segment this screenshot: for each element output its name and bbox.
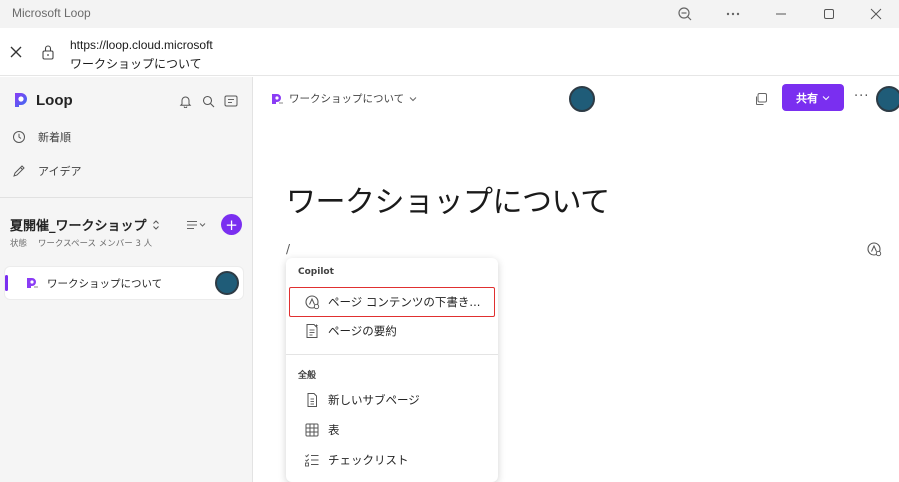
address-bar: https://loop.cloud.microsoft ワークショップについて xyxy=(0,28,899,76)
app-name: Loop xyxy=(36,91,73,109)
menu-item-summarize[interactable]: ページの要約 xyxy=(290,317,494,345)
nav-recent[interactable]: 新着順 xyxy=(12,129,71,145)
loop-logo-icon xyxy=(15,93,27,107)
checklist-icon xyxy=(305,454,319,467)
copilot-section-label: Copilot xyxy=(298,267,334,277)
sort-updown-icon xyxy=(152,219,159,230)
title-bar: Microsoft Loop xyxy=(0,0,899,28)
selected-indicator xyxy=(5,275,8,291)
clock-icon xyxy=(13,131,25,143)
avatar[interactable] xyxy=(215,271,239,295)
zoom-icon[interactable] xyxy=(662,0,708,28)
panel-icon[interactable] xyxy=(223,93,239,109)
menu-item-draft-page[interactable]: ページ コンテンツの下書き... xyxy=(289,287,495,317)
copilot-icon[interactable] xyxy=(866,241,882,261)
menu-item-checklist[interactable]: チェックリスト xyxy=(290,446,494,474)
menu-item-label: ページの要約 xyxy=(328,324,397,338)
menu-item-label: 新しいサブページ xyxy=(328,393,420,407)
workspace-status: 状態 xyxy=(10,239,28,249)
chevron-down-icon xyxy=(822,95,830,100)
menu-item-label: ページ コンテンツの下書き... xyxy=(328,295,481,309)
address-page-title: ワークショップについて xyxy=(70,57,202,71)
slash-command-menu: Copilot ページ コンテンツの下書き... ページの要約 全般 新しいサブ… xyxy=(286,258,498,482)
copilot-draft-icon xyxy=(305,295,320,310)
menu-divider xyxy=(286,354,498,355)
share-label: 共有 xyxy=(796,91,818,105)
menu-item-label: チェックリスト xyxy=(328,453,409,467)
window-title: Microsoft Loop xyxy=(12,6,91,20)
search-icon[interactable] xyxy=(200,93,216,109)
url-text[interactable]: https://loop.cloud.microsoft xyxy=(70,38,213,52)
copy-component-icon[interactable] xyxy=(754,91,768,110)
nav-ideas[interactable]: アイデア xyxy=(12,163,81,179)
workspace-title[interactable]: 夏開催_ワークショップ xyxy=(10,215,160,234)
general-section-label: 全般 xyxy=(298,371,317,381)
minimize-button[interactable] xyxy=(758,0,804,28)
workspace-subtitle: 状態 ワークスペース メンバー 3 人 xyxy=(10,237,152,249)
chevron-down-icon xyxy=(409,96,417,101)
subpage-icon xyxy=(307,393,317,407)
workspace-name: 夏開催_ワークショップ xyxy=(10,219,147,234)
breadcrumb[interactable]: ワークショップについて xyxy=(270,91,417,106)
lock-icon[interactable] xyxy=(38,42,58,62)
add-page-button[interactable]: + xyxy=(221,214,242,235)
menu-item-label: 表 xyxy=(328,423,340,437)
loop-page-icon xyxy=(27,278,38,288)
more-button[interactable]: ··· xyxy=(854,89,869,104)
collaborator-avatar[interactable] xyxy=(569,86,595,112)
sidebar: Loop 新着順 アイデア 夏開催_ワークショップ 状態 ワークスペース メンバ… xyxy=(0,77,253,482)
nav-ideas-label: アイデア xyxy=(38,165,82,178)
sidebar-page-label: ワークショップについて xyxy=(47,278,163,290)
slash-command-text[interactable]: / xyxy=(286,242,290,256)
user-avatar[interactable] xyxy=(876,86,899,112)
pen-icon xyxy=(13,165,25,177)
close-window-button[interactable] xyxy=(853,0,899,28)
maximize-button[interactable] xyxy=(806,0,852,28)
table-icon xyxy=(305,423,319,437)
more-options-icon[interactable] xyxy=(710,0,756,28)
menu-item-table[interactable]: 表 xyxy=(290,416,494,444)
breadcrumb-label: ワークショップについて xyxy=(289,93,405,105)
nav-recent-label: 新着順 xyxy=(38,131,71,144)
workspace-members: ワークスペース メンバー 3 人 xyxy=(37,239,153,249)
list-sort-icon[interactable] xyxy=(186,217,208,233)
close-icon[interactable] xyxy=(6,42,26,62)
page-title[interactable]: ワークショップについて xyxy=(286,177,610,221)
sidebar-page-item[interactable]: ワークショップについて xyxy=(5,267,243,299)
loop-page-icon xyxy=(272,93,283,104)
share-button[interactable]: 共有 xyxy=(782,84,844,111)
summary-icon xyxy=(306,324,319,338)
sidebar-divider xyxy=(0,197,253,198)
loop-logo[interactable]: Loop xyxy=(12,91,73,109)
menu-item-new-subpage[interactable]: 新しいサブページ xyxy=(290,386,494,414)
bell-icon[interactable] xyxy=(177,93,193,109)
